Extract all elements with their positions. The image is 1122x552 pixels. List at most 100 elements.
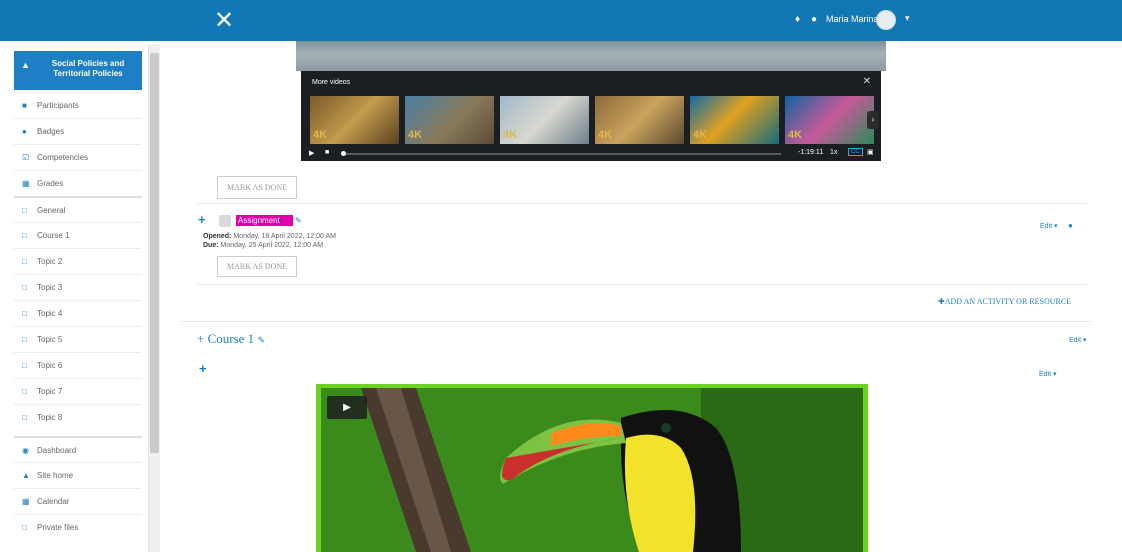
sidebar-item-topic-6[interactable]: □ Topic 6 bbox=[14, 352, 142, 377]
next-videos-arrow-icon[interactable]: › bbox=[867, 111, 879, 129]
top-navbar: ✕ ♦ ● Maria Marina ▾ bbox=[0, 0, 1122, 41]
video-thumbnail[interactable]: 4K bbox=[405, 96, 494, 144]
move-handle-icon[interactable]: + bbox=[199, 361, 207, 376]
video-thumbnail[interactable]: 4K bbox=[595, 96, 684, 144]
sidebar-item-competencies[interactable]: ☑ Competencies bbox=[14, 144, 142, 169]
sidebar-course-title[interactable]: ▲ Social Policies and Territorial Polici… bbox=[14, 51, 142, 90]
folder-icon: □ bbox=[22, 257, 27, 266]
chat-icon[interactable]: ● bbox=[811, 14, 817, 25]
volume-icon[interactable]: ■ bbox=[325, 149, 329, 156]
calendar-icon: ▦ bbox=[22, 497, 30, 506]
sidebar-item-general[interactable]: □ General bbox=[14, 196, 142, 221]
add-activity-button[interactable]: ✚ADD AN ACTIVITY OR RESOURCE bbox=[938, 297, 1071, 306]
close-icon[interactable]: ✕ bbox=[863, 76, 871, 87]
fullscreen-icon[interactable]: ▣ bbox=[867, 148, 874, 156]
captions-button[interactable]: CC bbox=[848, 148, 863, 156]
table-icon: ▦ bbox=[22, 179, 30, 188]
sidebar-item-topic-4[interactable]: □ Topic 4 bbox=[14, 300, 142, 325]
sidebar-item-private-files[interactable]: □ Private files bbox=[14, 514, 142, 539]
sidebar-item-topic-5[interactable]: □ Topic 5 bbox=[14, 326, 142, 351]
video-thumbnail[interactable]: 4K bbox=[785, 96, 874, 144]
bell-icon[interactable]: ♦ bbox=[795, 14, 800, 25]
divider bbox=[197, 284, 1087, 285]
user-icon[interactable]: ● bbox=[1068, 221, 1073, 230]
more-videos-panel: More videos ✕ 4K 4K 4K 4K 4K 4K › ▶ ■ -1… bbox=[301, 71, 881, 161]
assignment-icon bbox=[219, 215, 231, 227]
video-top-frame bbox=[296, 41, 886, 71]
assignment-dates: Opened: Monday, 18 April 2022, 12:00 AM … bbox=[203, 232, 336, 250]
folder-icon: □ bbox=[22, 335, 27, 344]
sidebar-item-grades[interactable]: ▦ Grades bbox=[14, 170, 142, 195]
sidebar-scrollbar[interactable] bbox=[149, 45, 160, 552]
toucan-image bbox=[321, 388, 863, 552]
avatar[interactable] bbox=[876, 10, 896, 30]
video-controls: ▶ ■ -1:19:11 1x CC ▣ bbox=[301, 147, 881, 161]
scrollbar-thumb[interactable] bbox=[150, 53, 159, 453]
resource-edit-menu[interactable]: Edit ▾ bbox=[1039, 370, 1057, 378]
sidebar-item-calendar[interactable]: ▦ Calendar bbox=[14, 488, 142, 513]
sidebar-item-site-home[interactable]: ▲ Site home bbox=[14, 462, 142, 487]
activity-edit-menu[interactable]: Edit ▾ bbox=[1040, 222, 1058, 230]
time-remaining: -1:19:11 bbox=[798, 149, 824, 156]
sidebar-item-label: Topic 5 bbox=[37, 335, 63, 344]
play-button[interactable]: ▶ bbox=[327, 396, 367, 419]
user-name[interactable]: Maria Marina bbox=[826, 14, 879, 24]
sidebar-item-dashboard[interactable]: ◉ Dashboard bbox=[14, 436, 142, 461]
mark-as-done-button[interactable]: MARK AS DONE bbox=[217, 256, 297, 277]
graduation-cap-icon: ▲ bbox=[21, 60, 30, 70]
sidebar-item-label: Participants bbox=[37, 101, 79, 110]
sidebar-item-label: Course 1 bbox=[37, 231, 70, 240]
edit-pencil-icon[interactable]: ✎ bbox=[295, 216, 302, 225]
move-handle-icon[interactable]: + bbox=[198, 212, 206, 227]
sidebar-item-label: Topic 6 bbox=[37, 361, 63, 370]
more-videos-title: More videos bbox=[312, 79, 351, 86]
sidebar-item-label: General bbox=[37, 206, 66, 215]
divider bbox=[181, 321, 1091, 322]
folder-icon: □ bbox=[22, 283, 27, 292]
due-date-line: Due: Monday, 25 April 2022, 12:00 AM bbox=[203, 242, 324, 249]
progress-bar[interactable] bbox=[341, 151, 781, 156]
sidebar-item-topic-3[interactable]: □ Topic 3 bbox=[14, 274, 142, 299]
sidebar-item-topic-7[interactable]: □ Topic 7 bbox=[14, 378, 142, 403]
sidebar-item-course-1[interactable]: □ Course 1 bbox=[14, 222, 142, 247]
assignment-link[interactable]: Assignment bbox=[236, 215, 293, 226]
video-frame[interactable]: ▶ bbox=[321, 388, 863, 552]
sidebar-item-label: Badges bbox=[37, 127, 65, 136]
home-icon: ▲ bbox=[22, 471, 30, 480]
checkbox-icon: ☑ bbox=[22, 153, 30, 162]
sidebar-item-label: Topic 2 bbox=[37, 257, 63, 266]
progress-handle[interactable] bbox=[341, 151, 346, 156]
video-thumbnail[interactable]: 4K bbox=[500, 96, 589, 144]
sidebar-item-label: Private files bbox=[37, 523, 79, 532]
course-content: More videos ✕ 4K 4K 4K 4K 4K 4K › ▶ ■ -1… bbox=[161, 41, 1122, 552]
sidebar-item-badges[interactable]: ● Badges bbox=[14, 118, 142, 143]
folder-icon: □ bbox=[22, 309, 27, 318]
file-icon: □ bbox=[22, 523, 27, 532]
dashboard-icon: ◉ bbox=[22, 446, 29, 455]
folder-icon: □ bbox=[22, 206, 27, 215]
course-index-sidebar: ▲ Social Policies and Territorial Polici… bbox=[6, 45, 149, 552]
sidebar-item-participants[interactable]: ■ Participants bbox=[14, 92, 142, 117]
sidebar-item-topic-8[interactable]: □ Topic 8 bbox=[14, 404, 142, 429]
playback-speed-button[interactable]: 1x bbox=[830, 149, 837, 156]
video-thumbnail[interactable]: 4K bbox=[310, 96, 399, 144]
user-menu-caret-icon[interactable]: ▾ bbox=[905, 13, 910, 24]
edit-pencil-icon[interactable]: ✎ bbox=[257, 335, 265, 345]
sidebar-item-topic-2[interactable]: □ Topic 2 bbox=[14, 248, 142, 273]
video-thumbnail[interactable]: 4K bbox=[690, 96, 779, 144]
course-title-text: Social Policies and Territorial Policies bbox=[51, 59, 125, 78]
folder-icon: □ bbox=[22, 361, 27, 370]
play-icon[interactable]: ▶ bbox=[309, 149, 314, 157]
sidebar-item-label: Calendar bbox=[37, 497, 70, 506]
divider bbox=[197, 203, 1087, 204]
mark-as-done-button[interactable]: MARK AS DONE bbox=[217, 176, 297, 199]
embedded-video[interactable]: ▶ bbox=[316, 384, 868, 552]
folder-icon: □ bbox=[22, 413, 27, 422]
video-thumbnails: 4K 4K 4K 4K 4K 4K bbox=[310, 96, 874, 144]
sidebar-item-label: Site home bbox=[37, 471, 74, 480]
sidebar-item-label: Dashboard bbox=[37, 446, 77, 455]
section-title: + Course 1 ✎ bbox=[197, 331, 265, 346]
section-edit-menu[interactable]: Edit ▾ bbox=[1069, 336, 1087, 344]
close-drawer-icon[interactable]: ✕ bbox=[214, 6, 234, 34]
opened-date-line: Opened: Monday, 18 April 2022, 12:00 AM bbox=[203, 233, 336, 240]
